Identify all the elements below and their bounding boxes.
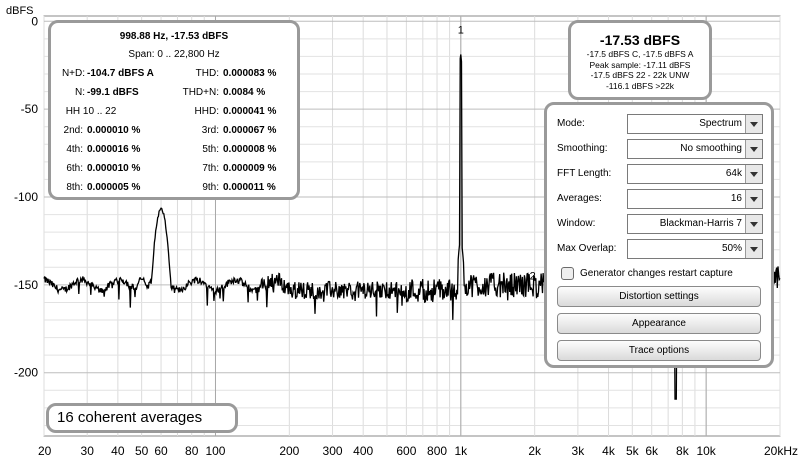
- nd-label: N+D:: [61, 68, 85, 79]
- y-tick-label: -150: [14, 278, 38, 292]
- thdn-label: THD+N:: [182, 87, 219, 98]
- max-overlap-select[interactable]: 50%: [627, 239, 763, 259]
- h8-label: 8th:: [66, 182, 83, 193]
- x-tick-label: 3k: [572, 444, 586, 458]
- hh-label: HH 10 .. 22: [65, 106, 117, 117]
- x-tick-label: 2k: [528, 444, 542, 458]
- appearance-button[interactable]: Appearance: [557, 313, 761, 334]
- x-tick-label: 5k: [626, 444, 640, 458]
- distortion-settings-button[interactable]: Distortion settings: [557, 286, 761, 307]
- thdn-value: 0.0084 %: [223, 87, 266, 98]
- h5-value: 0.000008 %: [223, 144, 277, 155]
- x-tick-label: 300: [323, 444, 343, 458]
- peak-unweighted-level: -17.5 dBFS 22 - 22k UNW: [590, 70, 690, 80]
- x-tick-label: 600: [396, 444, 416, 458]
- trace-options-button[interactable]: Trace options: [557, 340, 761, 361]
- h3-value: 0.000067 %: [223, 125, 277, 136]
- averages-status-panel: 16 coherent averages: [46, 403, 238, 433]
- smoothing-select[interactable]: No smoothing: [627, 139, 763, 159]
- peak-level-value: -17.53 dBFS: [599, 32, 681, 48]
- x-tick-label: 200: [279, 444, 299, 458]
- h3-label: 3rd:: [201, 125, 219, 136]
- x-tick-label: 40: [111, 444, 125, 458]
- h4-label: 4th:: [66, 144, 83, 155]
- hhd-label: HHD:: [194, 106, 219, 117]
- n-label: N:: [75, 87, 85, 98]
- max-overlap-label: Max Overlap:: [557, 243, 617, 254]
- peak-sample-level: Peak sample: -17.11 dBFS: [589, 59, 691, 70]
- fft-length-label: FFT Length:: [557, 168, 612, 179]
- x-tick-label: 80: [185, 444, 199, 458]
- chevron-down-icon: [745, 190, 762, 208]
- h8-value: 0.000005 %: [87, 182, 141, 193]
- x-tick-label: 50: [135, 444, 149, 458]
- x-tick-label: 10k: [696, 444, 716, 458]
- chevron-down-icon: [745, 215, 762, 233]
- analyzer-controls-panel: Mode: Spectrum Smoothing: No smoothing F…: [544, 102, 774, 368]
- checkbox-icon[interactable]: [561, 267, 574, 280]
- x-tick-label: 30: [81, 444, 95, 458]
- h9-value: 0.000011 %: [223, 182, 276, 193]
- chevron-down-icon: [745, 115, 762, 133]
- h6-value: 0.000010 %: [87, 163, 141, 174]
- y-axis-unit: dBFS: [6, 5, 34, 17]
- fft-length-select[interactable]: 64k: [627, 164, 763, 184]
- averages-select-value: 16: [730, 193, 742, 204]
- h2-value: 0.000010 %: [87, 125, 141, 136]
- h4-value: 0.000016 %: [87, 144, 141, 155]
- y-tick-label: -100: [14, 190, 38, 204]
- averages-label: Averages:: [557, 193, 602, 204]
- h2-label: 2nd:: [63, 125, 83, 136]
- smoothing-select-value: No smoothing: [680, 143, 742, 154]
- chevron-down-icon: [745, 240, 762, 258]
- x-tick-label: 6k: [645, 444, 659, 458]
- peak-weighted-levels: -17.5 dBFS C, -17.5 dBFS A: [586, 49, 694, 59]
- harmonic-marker-label: 1: [458, 25, 464, 37]
- x-tick-label: 8k: [676, 444, 690, 458]
- window-select-value: Blackman-Harris 7: [659, 218, 742, 229]
- x-tick-label: 20kHz: [764, 444, 798, 458]
- mode-select-value: Spectrum: [699, 118, 742, 129]
- thd-value: 0.000083 %: [223, 68, 277, 79]
- nd-value: -104.7 dBFS A: [87, 68, 154, 79]
- stats-span: Span: 0 .. 22,800 Hz: [128, 49, 220, 60]
- harmonic-marker-label: 2: [530, 271, 536, 283]
- x-tick-label: 100: [205, 444, 225, 458]
- smoothing-label: Smoothing:: [557, 143, 608, 154]
- x-tick-label: 60: [154, 444, 168, 458]
- max-overlap-select-value: 50%: [721, 243, 742, 254]
- window-label: Window:: [557, 218, 596, 229]
- hhd-value: 0.000041 %: [223, 106, 277, 117]
- y-axis-labels: 0-50-100-150-200: [14, 14, 38, 379]
- peak-level-panel[interactable]: -17.53 dBFS -17.5 dBFS C, -17.5 dBFS A P…: [568, 20, 712, 100]
- y-tick-label: -50: [21, 102, 39, 116]
- x-axis-labels: 20 30 40 50 60 80 100 200 300 400 600 800 1k 2k 3k 4k 5k…: [38, 444, 798, 458]
- x-tick-label: 1k: [454, 444, 468, 458]
- generator-restart-label: Generator changes restart capture: [580, 268, 733, 279]
- chevron-down-icon: [745, 165, 762, 183]
- fft-length-select-value: 64k: [725, 168, 742, 179]
- y-tick-label: -200: [14, 366, 38, 380]
- chevron-down-icon: [745, 140, 762, 158]
- peak-above-band-level: -116.1 dBFS >22k: [605, 80, 675, 91]
- n-value: -99.1 dBFS: [87, 87, 139, 98]
- stats-header: 998.88 Hz, -17.53 dBFS: [119, 31, 229, 42]
- h5-label: 5th:: [202, 144, 219, 155]
- thd-label: THD:: [195, 68, 219, 79]
- h6-label: 6th:: [66, 163, 83, 174]
- averages-select[interactable]: 16: [627, 189, 763, 209]
- window-select[interactable]: Blackman-Harris 7: [627, 214, 763, 234]
- mode-select[interactable]: Spectrum: [627, 114, 763, 134]
- stats-panel[interactable]: 998.88 Hz, -17.53 dBFS Span: 0 .. 22,800…: [48, 20, 300, 200]
- x-tick-label: 4k: [602, 444, 616, 458]
- x-tick-label: 20: [38, 444, 52, 458]
- h7-value: 0.000009 %: [223, 163, 277, 174]
- x-tick-label: 400: [353, 444, 373, 458]
- x-tick-label: 800: [427, 444, 447, 458]
- h7-label: 7th:: [202, 163, 219, 174]
- h9-label: 9th:: [202, 182, 219, 193]
- mode-label: Mode:: [557, 118, 585, 129]
